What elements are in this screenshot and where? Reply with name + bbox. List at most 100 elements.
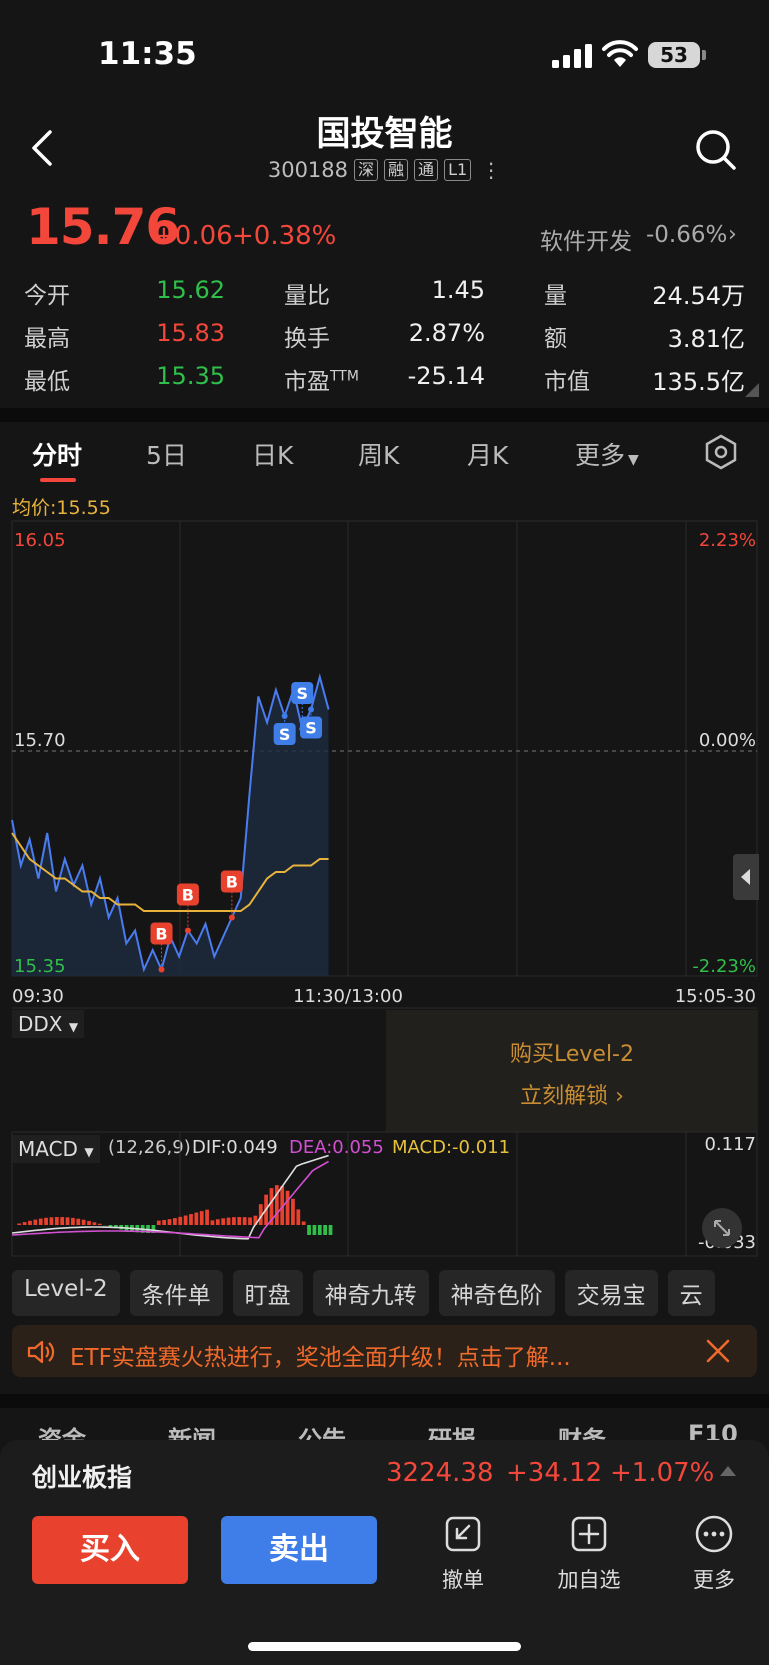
stat-label-pe: 市盈TTM — [284, 362, 359, 396]
macd-chart: 0.117 -0.033 — [11, 1131, 758, 1257]
expand-stats-icon[interactable] — [745, 383, 759, 397]
unlock-link[interactable]: 立刻解锁 › — [386, 1078, 758, 1110]
tag-rong: 融 — [384, 159, 409, 181]
search-icon[interactable] — [694, 128, 738, 172]
tab-monthly-k[interactable]: 月K — [467, 436, 508, 472]
macd-bar — [242, 1217, 247, 1225]
x-mid-label: 11:30/13:00 — [293, 986, 403, 1007]
close-icon[interactable] — [704, 1337, 732, 1365]
stock-code: 300188 — [267, 158, 349, 182]
ddx-label: DDX — [18, 1012, 63, 1036]
tab-daily-k[interactable]: 日K — [252, 436, 293, 472]
trade-marker-label: B — [155, 925, 167, 944]
trade-marker-label: S — [279, 725, 291, 744]
buy-button[interactable]: 买入 — [32, 1516, 188, 1584]
x-end-label: 15:05-30 — [675, 986, 756, 1007]
tab-intraday[interactable]: 分时 — [32, 436, 82, 472]
macd-bar — [323, 1225, 328, 1235]
index-name[interactable]: 创业板指 — [32, 1458, 132, 1494]
active-tab-indicator — [40, 478, 76, 482]
pct-mid-label: 0.00% — [699, 730, 756, 751]
trade-point — [308, 706, 315, 713]
speaker-icon — [27, 1340, 55, 1364]
macd-bar — [221, 1218, 226, 1225]
chip-level2[interactable]: Level-2 — [12, 1270, 120, 1316]
price-change: +0.06 — [153, 221, 233, 251]
stat-market-cap: 135.5亿 — [652, 368, 745, 396]
macd-bar — [54, 1217, 59, 1225]
stat-label-high: 最高 — [24, 326, 70, 352]
y-top-label: 16.05 — [14, 530, 66, 551]
cancel-order-icon — [445, 1516, 481, 1552]
home-indicator — [248, 1642, 521, 1651]
macd-bar — [285, 1190, 290, 1225]
macd-bar — [65, 1217, 70, 1225]
chevron-right-icon[interactable]: › — [728, 222, 737, 247]
sell-button[interactable]: 卖出 — [221, 1516, 377, 1584]
stat-label-volume: 量 — [544, 283, 567, 309]
stat-label-open: 今开 — [24, 283, 70, 309]
trade-marker-label: B — [226, 873, 238, 892]
trade-point — [158, 966, 165, 973]
stat-pe: -25.14 — [407, 362, 485, 390]
side-drawer-handle[interactable] — [733, 854, 759, 900]
tag-l1: L1 — [444, 159, 472, 181]
macd-bar — [291, 1198, 295, 1225]
unlock-link-label: 立刻解锁 — [520, 1084, 609, 1109]
stat-label-market-cap: 市值 — [544, 369, 590, 395]
cellular-signal-icon — [552, 44, 592, 68]
macd-bar — [317, 1225, 322, 1235]
stat-low: 15.35 — [156, 362, 225, 390]
macd-bar — [81, 1219, 86, 1225]
macd-bar — [92, 1222, 97, 1225]
trade-point — [281, 713, 288, 719]
stat-label-amount: 额 — [544, 326, 567, 352]
chip-watch[interactable]: 盯盘 — [232, 1270, 303, 1316]
ddx-indicator-select[interactable]: DDX ▼ — [12, 1010, 85, 1038]
sector-change[interactable]: -0.66% — [646, 222, 727, 248]
tag-shen: 深 — [354, 159, 379, 181]
caret-up-icon[interactable] — [720, 1466, 736, 1476]
caret-down-icon: ▼ — [628, 452, 639, 468]
divider — [0, 408, 769, 422]
macd-bar — [87, 1220, 91, 1225]
macd-bar — [189, 1214, 193, 1225]
chip-trade-treasure[interactable]: 交易宝 — [564, 1270, 658, 1316]
fullscreen-icon[interactable] — [702, 1208, 742, 1248]
price-change-pct: +0.38% — [232, 221, 337, 251]
stock-code-row: 300188 深 融 通 L1 ⋮ — [0, 158, 769, 182]
chip-magic-nine[interactable]: 神奇九转 — [312, 1270, 429, 1316]
tag-tong: 通 — [414, 159, 439, 181]
macd-bar — [17, 1223, 22, 1225]
macd-bar — [156, 1220, 161, 1225]
stat-volume: 24.54万 — [652, 282, 745, 310]
macd-bar — [162, 1219, 167, 1225]
intraday-chart[interactable]: BBBSSS 16.05 15.70 15.35 2.23% 0.00% -2.… — [0, 518, 769, 1048]
stat-high: 15.83 — [156, 319, 225, 347]
stat-turnover: 2.87% — [408, 319, 485, 347]
cancel-order-button[interactable]: 撤单 — [418, 1514, 508, 1594]
pe-label-sup: TTM — [330, 368, 359, 385]
settings-hexagon-icon[interactable] — [704, 434, 738, 470]
tab-more-label: 更多 — [575, 441, 626, 470]
level2-lock-title[interactable]: 购买Level-2 — [386, 1036, 758, 1068]
macd-bar — [22, 1222, 27, 1225]
macd-bar — [183, 1215, 188, 1225]
sector-name[interactable]: 软件开发 — [540, 222, 632, 256]
promo-banner-text[interactable]: ETF实盘赛火热进行，奖池全面升级！点击了解... — [70, 1338, 571, 1372]
macd-bar — [205, 1209, 209, 1225]
caret-left-icon — [741, 869, 750, 885]
chip-magic-color[interactable]: 神奇色阶 — [438, 1270, 555, 1316]
cancel-order-label: 撤单 — [442, 1568, 484, 1592]
chip-conditional-order[interactable]: 条件单 — [129, 1270, 223, 1316]
chip-cloud[interactable]: 云 — [667, 1270, 715, 1316]
add-watchlist-button[interactable]: 加自选 — [544, 1514, 634, 1594]
level2-lock-panel[interactable] — [386, 1010, 758, 1132]
more-dots-icon[interactable]: ⋮ — [481, 158, 501, 182]
feature-chips: Level-2 条件单 盯盘 神奇九转 神奇色阶 交易宝 云 — [12, 1270, 715, 1316]
more-button[interactable]: 更多 — [669, 1514, 759, 1594]
tab-5day[interactable]: 5日 — [146, 436, 187, 472]
tab-weekly-k[interactable]: 周K — [358, 436, 399, 472]
trade-marker-label: B — [182, 886, 194, 905]
tab-more[interactable]: 更多 ▼ — [575, 436, 639, 472]
